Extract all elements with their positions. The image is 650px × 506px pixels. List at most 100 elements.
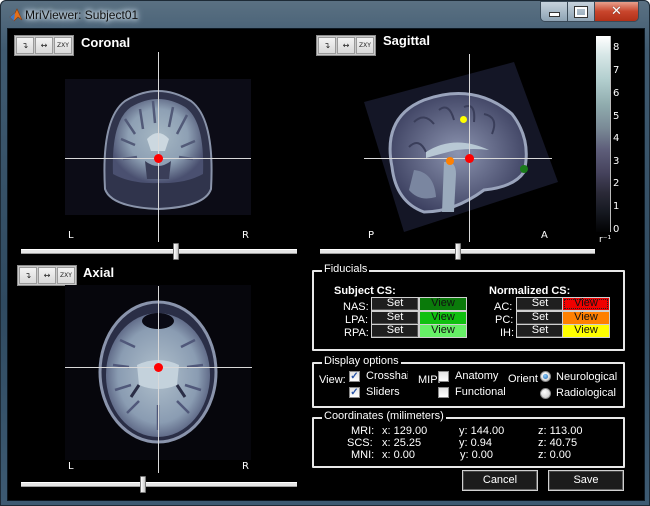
sagittal-image[interactable]: [364, 62, 558, 232]
colorbar-tick: 6: [613, 88, 620, 99]
minimize-button[interactable]: [541, 2, 568, 21]
crosshair-label: Crosshai: [366, 370, 408, 382]
view-label: View:: [319, 374, 346, 386]
crosshair-checkbox[interactable]: ✓: [349, 371, 360, 382]
mri-z-value: z: 113.00: [538, 425, 583, 437]
minimize-icon: [548, 12, 560, 17]
permute-icon: ZXY: [359, 42, 371, 49]
pc-label: PC:: [495, 314, 514, 326]
rpa-view-button[interactable]: View: [419, 324, 467, 338]
rpa-label: RPA:: [344, 327, 369, 339]
sagittal-rotate-button[interactable]: ↴: [318, 37, 336, 54]
checkmark-icon: ✓: [350, 387, 359, 398]
sagittal-crosshair-vertical: [469, 54, 470, 242]
scs-y-value: y: 0.94: [459, 437, 493, 449]
ac-fiducial-marker[interactable]: [465, 154, 474, 163]
intensity-colorbar: [596, 36, 610, 232]
sagittal-permute-button[interactable]: ZXY: [356, 37, 374, 54]
nas-label: NAS:: [343, 301, 369, 313]
axial-permute-button[interactable]: ZXY: [57, 267, 75, 284]
axial-cursor-point[interactable]: [154, 363, 163, 372]
scs-x-value: x: 25.25: [382, 437, 422, 449]
nas-fiducial-marker[interactable]: [520, 165, 528, 173]
coronal-rotate-button[interactable]: ↴: [16, 37, 34, 54]
save-button[interactable]: Save: [548, 470, 624, 491]
normalized-cs-header: Normalized CS:: [489, 285, 571, 297]
neurological-radio[interactable]: [540, 371, 551, 382]
sagittal-flip-button[interactable]: ↔: [337, 37, 355, 54]
mri-x-value: x: 129.00: [382, 425, 428, 437]
ac-view-button[interactable]: View: [562, 297, 610, 311]
scs-z-value: z: 40.75: [538, 437, 578, 449]
colorbar-axis: [610, 36, 611, 232]
ih-fiducial-marker[interactable]: [460, 116, 467, 123]
coronal-right-label: R: [242, 230, 249, 241]
permute-icon: ZXY: [60, 272, 72, 279]
rotate-icon: ↴: [323, 41, 331, 50]
coronal-crosshair-vertical: [158, 52, 159, 242]
sagittal-title: Sagittal: [383, 33, 430, 48]
maximize-button[interactable]: [568, 2, 595, 21]
mri-label: MRI:: [351, 425, 375, 437]
pc-view-button[interactable]: View: [562, 311, 610, 325]
rpa-set-button[interactable]: Set: [371, 324, 419, 338]
subject-cs-header: Subject CS:: [334, 285, 396, 297]
pc-set-button[interactable]: Set: [516, 311, 564, 325]
neurological-label: Neurological: [556, 371, 618, 383]
coronal-cursor-point[interactable]: [154, 154, 163, 163]
lpa-set-button[interactable]: Set: [371, 311, 419, 325]
axial-flip-button[interactable]: ↔: [38, 267, 56, 284]
checkmark-icon: ✓: [350, 371, 359, 382]
sagittal-anterior-label: A: [541, 230, 548, 241]
rotate-icon: ↴: [21, 41, 29, 50]
flip-icon: ↔: [40, 41, 48, 50]
rotate-icon: ↴: [24, 271, 32, 280]
sagittal-toolbar: ↴ ↔ ZXY: [316, 35, 376, 56]
matlab-icon: [9, 8, 23, 22]
mni-label: MNI:: [351, 449, 375, 461]
axial-slider-thumb[interactable]: [140, 476, 146, 493]
axial-toolbar: ↴ ↔ ZXY: [17, 265, 77, 286]
colorbar-tick: 3: [613, 156, 620, 167]
coronal-flip-button[interactable]: ↔: [35, 37, 53, 54]
colorbar-tick: 4: [613, 133, 620, 144]
axial-left-label: L: [68, 461, 74, 472]
nas-set-button[interactable]: Set: [371, 297, 419, 311]
ac-set-button[interactable]: Set: [516, 297, 564, 311]
cancel-button[interactable]: Cancel: [462, 470, 538, 491]
sagittal-brain-slice: [364, 62, 558, 232]
coordinates-title: Coordinates (milimeters): [322, 410, 446, 422]
functional-label: Functional: [455, 386, 506, 398]
lpa-view-button[interactable]: View: [419, 311, 467, 325]
coronal-permute-button[interactable]: ZXY: [54, 37, 72, 54]
colorbar-tick: 1: [613, 201, 620, 212]
coronal-slice-slider[interactable]: [21, 249, 297, 254]
ih-label: IH:: [500, 327, 515, 339]
sagittal-posterior-label: P: [368, 230, 375, 241]
functional-mip-checkbox[interactable]: [438, 387, 449, 398]
nas-view-button[interactable]: View: [419, 297, 467, 311]
anatomy-mip-checkbox[interactable]: [438, 371, 449, 382]
sliders-label: Sliders: [366, 386, 400, 398]
colorbar-unit-label: r⁻¹: [599, 235, 612, 245]
ih-set-button[interactable]: Set: [516, 324, 564, 338]
mri-y-value: y: 144.00: [459, 425, 505, 437]
coronal-slider-thumb[interactable]: [173, 243, 179, 260]
coronal-title: Coronal: [81, 35, 131, 50]
sagittal-slider-thumb[interactable]: [455, 243, 461, 260]
coronal-left-label: L: [68, 230, 74, 241]
pc-fiducial-marker[interactable]: [446, 157, 454, 165]
colorbar-tick: 0: [613, 224, 620, 235]
axial-rotate-button[interactable]: ↴: [19, 267, 37, 284]
radiological-label: Radiological: [556, 387, 616, 399]
title-bar[interactable]: MriViewer: Subject01 ✕: [0, 0, 650, 28]
display-options-title: Display options: [322, 355, 401, 367]
axial-title: Axial: [83, 265, 115, 280]
sliders-checkbox[interactable]: ✓: [349, 387, 360, 398]
close-icon: ✕: [611, 4, 622, 19]
coronal-toolbar: ↴ ↔ ZXY: [14, 35, 74, 56]
ih-view-button[interactable]: View: [562, 324, 610, 338]
radiological-radio[interactable]: [540, 388, 551, 399]
axial-slice-slider[interactable]: [21, 482, 297, 487]
close-button[interactable]: ✕: [595, 2, 638, 21]
